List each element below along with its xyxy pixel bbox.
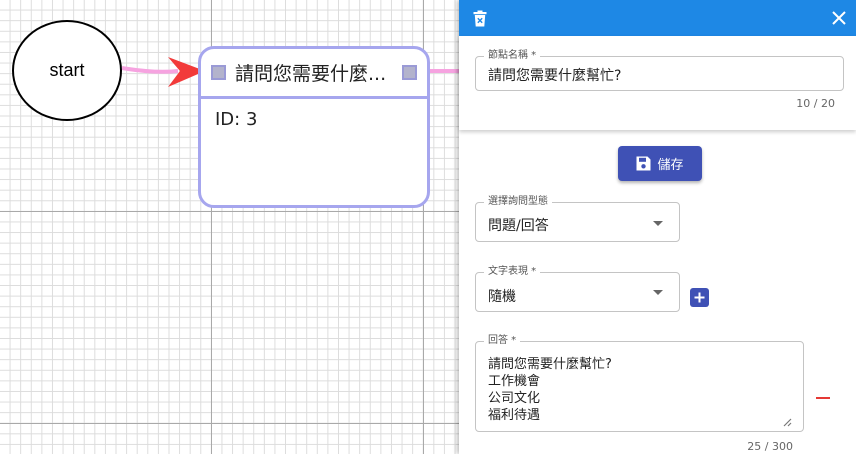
answer-label: 回答 *: [484, 335, 521, 347]
plus-icon: [694, 292, 705, 303]
node-name-label: 節點名稱 *: [484, 50, 541, 62]
trash-icon: [473, 10, 487, 26]
resize-handle-icon[interactable]: [783, 418, 792, 427]
close-panel-button[interactable]: [832, 11, 846, 25]
dialog-node-id: ID: 3: [215, 109, 258, 130]
edge-start-to-node[interactable]: [121, 66, 179, 74]
save-icon: [636, 156, 651, 171]
start-node-label: start: [49, 60, 85, 80]
panel-header: [459, 0, 856, 36]
output-port[interactable]: [402, 65, 417, 80]
input-port[interactable]: [211, 65, 226, 80]
answer-line: 公司文化: [488, 391, 541, 406]
dialog-node[interactable]: 請問您需要什麼... ID: 3: [198, 46, 430, 208]
save-button-label: 儲存: [657, 158, 684, 173]
close-icon: [832, 11, 846, 25]
answer-text: 請問您需要什麼幫忙? 工作機會 公司文化 福利待遇: [488, 356, 612, 424]
start-node[interactable]: start: [12, 20, 122, 121]
query-type-label: 選擇詢問型態: [484, 196, 552, 208]
node-name-field[interactable]: 節點名稱 * 請問您需要什麼幫忙?: [475, 50, 844, 91]
dialog-node-title: 請問您需要什麼...: [235, 63, 387, 85]
text-expression-value: 隨機: [488, 289, 516, 305]
remove-answer-button[interactable]: [815, 390, 831, 406]
query-type-select[interactable]: 選擇詢問型態 問題/回答: [475, 196, 680, 242]
dialog-node-body: ID: 3: [201, 99, 427, 140]
save-button[interactable]: 儲存: [618, 146, 702, 181]
flow-canvas[interactable]: start 請問您需要什麼... ID: 3: [0, 0, 462, 454]
delete-node-button[interactable]: [473, 10, 487, 27]
node-name-counter: 10 / 20: [796, 97, 835, 110]
text-expression-select[interactable]: 文字表現 * 隨機: [475, 266, 680, 312]
minus-icon: [816, 397, 830, 399]
node-name-card: 節點名稱 * 請問您需要什麼幫忙? 10 / 20: [459, 36, 856, 130]
chevron-down-icon: [653, 221, 663, 226]
node-editor-panel: 節點名稱 * 請問您需要什麼幫忙? 10 / 20 儲存 選擇詢問型態 問題/回…: [459, 0, 856, 454]
add-expression-button[interactable]: [690, 288, 709, 307]
dialog-node-header: 請問您需要什麼...: [201, 49, 427, 99]
text-expression-label: 文字表現 *: [484, 266, 541, 278]
node-name-value: 請問您需要什麼幫忙?: [488, 68, 622, 84]
answer-line: 工作機會: [488, 374, 541, 389]
answer-line: 請問您需要什麼幫忙?: [488, 357, 612, 372]
answer-textarea[interactable]: 回答 * 請問您需要什麼幫忙? 工作機會 公司文化 福利待遇: [475, 335, 804, 432]
chevron-down-icon: [653, 290, 663, 295]
query-type-value: 問題/回答: [488, 218, 549, 234]
answer-line: 福利待遇: [488, 408, 541, 423]
answer-counter: 25 / 300: [747, 440, 793, 453]
